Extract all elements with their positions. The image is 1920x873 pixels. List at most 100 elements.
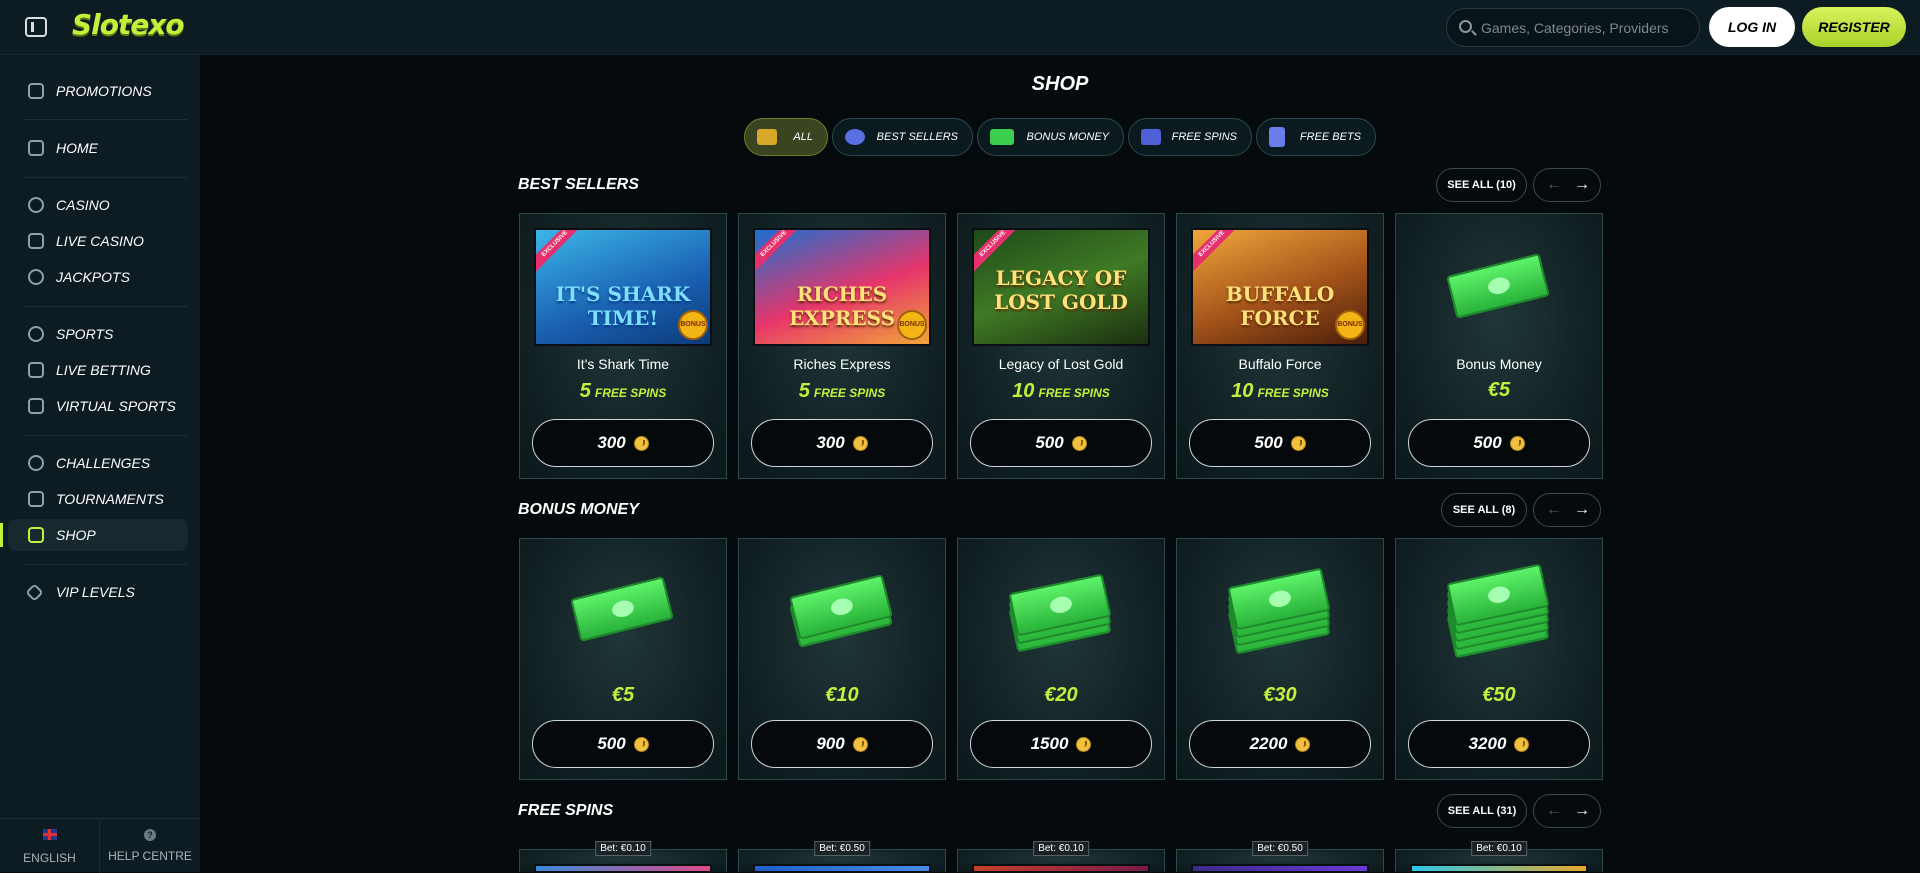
arrow-left-icon[interactable]: ←: [1546, 501, 1562, 519]
filter-all[interactable]: ALL: [744, 118, 828, 156]
gift-icon: [28, 83, 44, 99]
sidebar-item-challenges[interactable]: CHALLENGES: [8, 447, 188, 479]
divider: [24, 435, 188, 436]
cash-icon: [1225, 567, 1335, 655]
buy-button[interactable]: 300: [751, 419, 933, 467]
buy-button[interactable]: 500: [1189, 419, 1371, 467]
sidebar-item-shop[interactable]: SHOP: [0, 519, 188, 551]
shop-card[interactable]: Bet: €0.50: [1176, 841, 1384, 873]
coin-icon: [633, 736, 649, 752]
sidebar-item-jackpots[interactable]: JACKPOTS: [8, 261, 188, 293]
top-bar: Slotexo LOG IN REGISTER: [0, 0, 1920, 55]
buy-button[interactable]: 500: [532, 720, 714, 768]
shop-card[interactable]: Bet: €0.10: [1395, 841, 1603, 873]
filter-label: ALL: [793, 131, 813, 143]
price: 300: [597, 433, 626, 452]
buy-button[interactable]: 500: [1408, 419, 1590, 467]
buy-button[interactable]: 1500: [970, 720, 1152, 768]
divider: [24, 119, 188, 120]
see-all-button[interactable]: SEE ALL (8): [1441, 493, 1527, 527]
gamepad-icon: [28, 398, 44, 414]
shop-card[interactable]: €5 500: [519, 538, 727, 780]
sidebar-item-label: SPORTS: [56, 326, 114, 342]
trophy-icon: [28, 491, 44, 507]
shop-card[interactable]: €30 2200: [1176, 538, 1384, 780]
buy-button[interactable]: 500: [970, 419, 1152, 467]
sidebar-item-virtual-sports[interactable]: VIRTUAL SPORTS: [8, 390, 188, 422]
filter-best-sellers[interactable]: BEST SELLERS: [832, 118, 973, 156]
register-button[interactable]: REGISTER: [1802, 7, 1906, 47]
shop-card[interactable]: EXCLUSIVE BUFFALO FORCE BONUS Buffalo Fo…: [1176, 213, 1384, 479]
sidebar-item-vip-levels[interactable]: VIP LEVELS: [8, 576, 188, 608]
arrow-right-icon[interactable]: →: [1574, 501, 1590, 519]
search-icon: [1459, 20, 1472, 33]
buy-button[interactable]: 3200: [1408, 720, 1590, 768]
shop-card[interactable]: Bet: €0.10: [519, 841, 727, 873]
card-name: Riches Express: [793, 356, 891, 372]
price: 3200: [1468, 734, 1507, 753]
coin-icon: [1076, 736, 1092, 752]
sidebar-toggle-icon[interactable]: [25, 17, 47, 37]
cash-icon: [787, 574, 897, 648]
sidebar-item-promotions[interactable]: PROMOTIONS: [8, 75, 188, 107]
arrow-right-icon[interactable]: →: [1574, 176, 1590, 194]
bonus-badge-icon: BONUS: [1335, 310, 1365, 340]
see-all-button[interactable]: SEE ALL (31): [1437, 794, 1527, 828]
slot-icon: [1141, 129, 1161, 145]
shop-card[interactable]: EXCLUSIVE RICHES EXPRESS BONUS Riches Ex…: [738, 213, 946, 479]
login-button[interactable]: LOG IN: [1709, 7, 1795, 47]
sidebar-item-label: LIVE CASINO: [56, 233, 144, 249]
shop-card[interactable]: Bonus Money €5 500: [1395, 213, 1603, 479]
buy-button[interactable]: 900: [751, 720, 933, 768]
card-value: €50: [1482, 684, 1516, 706]
shop-card[interactable]: Bet: €0.50: [738, 841, 946, 873]
language-selector[interactable]: ENGLISH: [0, 819, 100, 873]
carousel-arrows: ← →: [1533, 794, 1601, 828]
sidebar-item-tournaments[interactable]: TOURNAMENTS: [8, 483, 188, 515]
filter-label: BONUS MONEY: [1026, 131, 1109, 143]
card-name: Buffalo Force: [1238, 356, 1322, 372]
cash-icon: [1444, 563, 1554, 659]
shop-card[interactable]: €10 900: [738, 538, 946, 780]
sidebar-item-live-casino[interactable]: LIVE CASINO: [8, 225, 188, 257]
filter-label: FREE BETS: [1299, 131, 1361, 143]
arrow-right-icon[interactable]: →: [1574, 802, 1590, 820]
help-label: HELP CENTRE: [108, 849, 192, 863]
sidebar-item-home[interactable]: HOME: [8, 132, 188, 164]
sidebar: PROMOTIONS HOME CASINO LIVE CASINO JACKP…: [0, 55, 200, 873]
card-value: €30: [1263, 684, 1297, 706]
bonus-badge-icon: BONUS: [897, 310, 927, 340]
uk-flag-icon: [42, 829, 57, 840]
buy-button[interactable]: 2200: [1189, 720, 1371, 768]
filter-bonus-money[interactable]: BONUS MONEY: [977, 118, 1124, 156]
filter-free-spins[interactable]: FREE SPINS: [1128, 118, 1252, 156]
sidebar-item-live-betting[interactable]: LIVE BETTING: [8, 354, 188, 386]
search-box[interactable]: [1446, 8, 1700, 47]
sidebar-item-sports[interactable]: SPORTS: [8, 318, 188, 350]
shop-card[interactable]: Bet: €0.10: [957, 841, 1165, 873]
see-all-button[interactable]: SEE ALL (10): [1436, 168, 1527, 202]
shop-card[interactable]: €50 3200: [1395, 538, 1603, 780]
sidebar-item-casino[interactable]: CASINO: [8, 189, 188, 221]
shop-card[interactable]: EXCLUSIVE LEGACY OF LOST GOLD Legacy of …: [957, 213, 1165, 479]
ticket-icon: [1269, 127, 1285, 147]
search-input[interactable]: [1481, 9, 1691, 46]
price: 900: [816, 734, 845, 753]
cash-icon: [568, 576, 678, 643]
divider: [24, 564, 188, 565]
arrow-left-icon[interactable]: ←: [1546, 176, 1562, 194]
sidebar-item-label: PROMOTIONS: [56, 83, 152, 99]
shop-card[interactable]: €20 1500: [957, 538, 1165, 780]
divider: [24, 306, 188, 307]
sidebar-item-label: TOURNAMENTS: [56, 491, 164, 507]
page-title: SHOP: [1031, 73, 1089, 95]
card-spins: 10 FREE SPINS: [1231, 380, 1329, 402]
thumbnail-title: LEGACY OF LOST GOLD: [994, 266, 1128, 314]
card-spins: 5 FREE SPINS: [579, 380, 667, 402]
buy-button[interactable]: 300: [532, 419, 714, 467]
arrow-left-icon[interactable]: ←: [1546, 802, 1562, 820]
filter-free-bets[interactable]: FREE BETS: [1256, 118, 1376, 156]
shop-card[interactable]: EXCLUSIVE IT'S SHARK TIME! BONUS It's Sh…: [519, 213, 727, 479]
help-centre-link[interactable]: ? HELP CENTRE: [100, 819, 200, 873]
logo[interactable]: Slotexo: [72, 8, 185, 41]
